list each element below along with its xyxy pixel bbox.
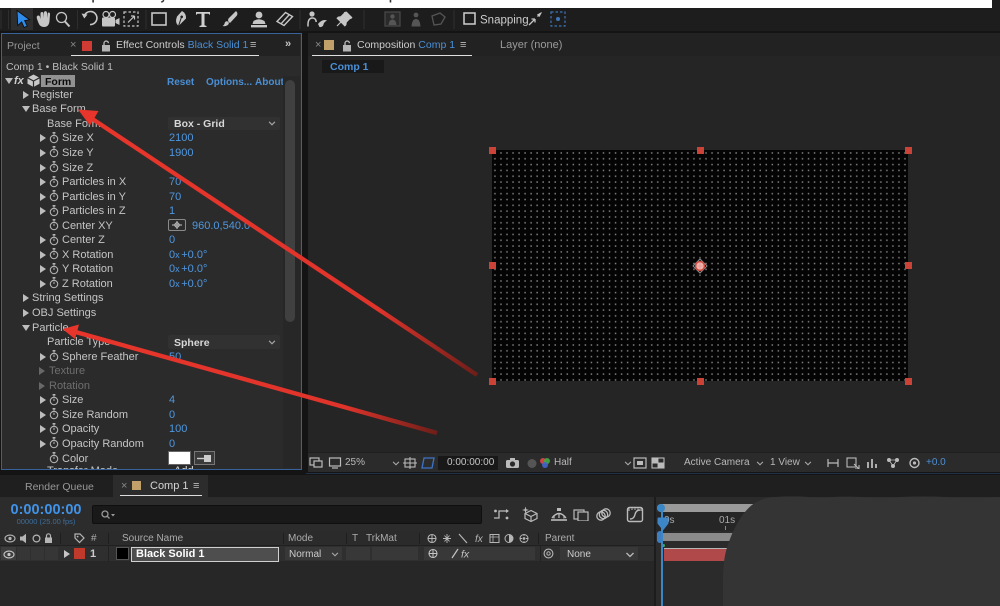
svg-text:Snapping: Snapping: [480, 15, 529, 27]
svg-text:fx: fx: [475, 534, 484, 544]
svg-text:fx: fx: [461, 549, 470, 560]
